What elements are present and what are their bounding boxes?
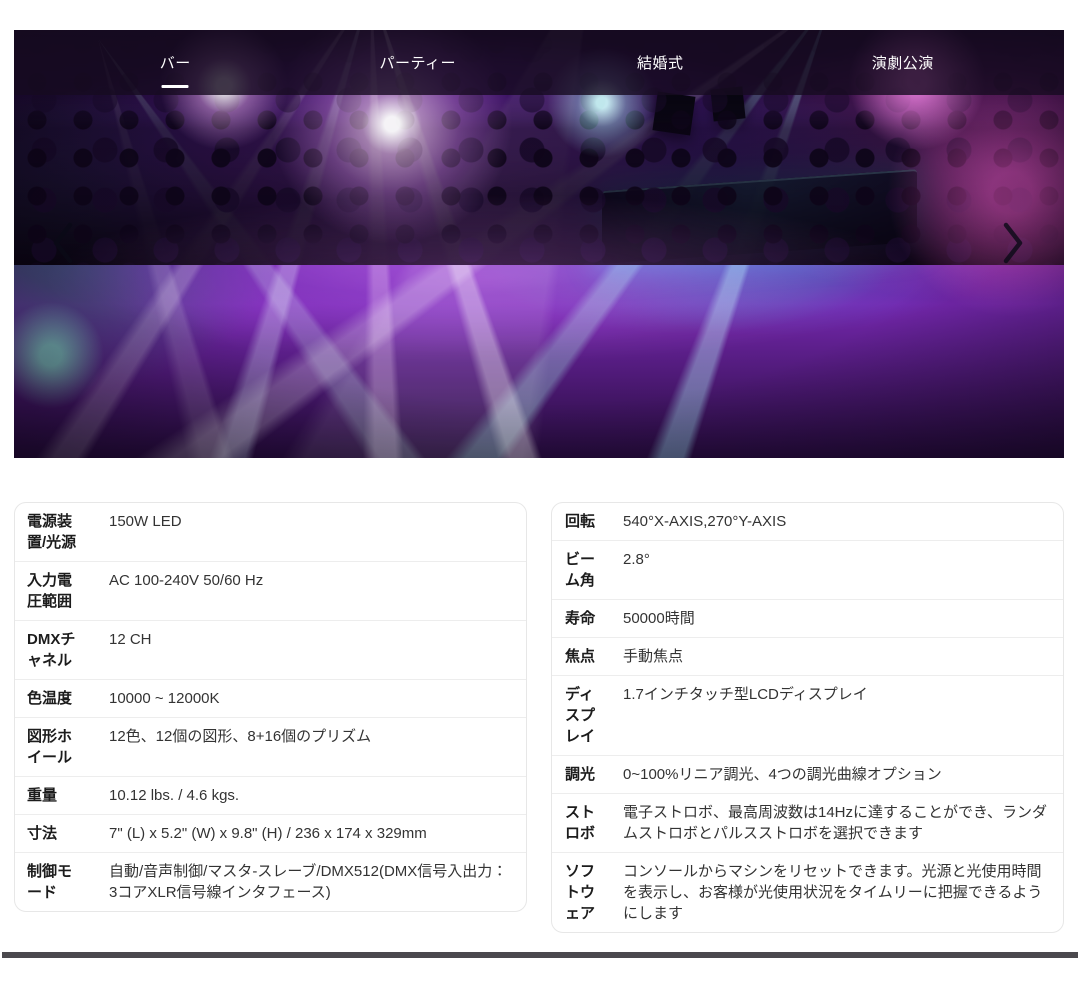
- tab-theater[interactable]: 演劇公演: [782, 30, 1025, 95]
- spec-row: ディスプレイ 1.7インチタッチ型LCDディスプレイ: [552, 675, 1063, 755]
- tab-bar[interactable]: バー: [54, 30, 297, 95]
- spec-row: 調光 0~100%リニア調光、4つの調光曲線オプション: [552, 755, 1063, 793]
- spec-value: 50000時間: [623, 608, 1049, 629]
- spec-value: 電子ストロボ、最高周波数は14Hzに達することができ、ランダムストロボとパルスス…: [623, 802, 1049, 844]
- spec-row: ビーム角 2.8°: [552, 540, 1063, 599]
- spec-value: AC 100-240V 50/60 Hz: [109, 570, 512, 612]
- spec-value: 540°X-AXIS,270°Y-AXIS: [623, 511, 1049, 532]
- spec-row: 制御モード 自動/音声制御/マスタ-スレーブ/DMX512(DMX信号入出力：3…: [15, 852, 526, 911]
- active-tab-underline: [162, 85, 189, 88]
- spec-table-left: 電源装置/光源 150W LED 入力電圧範囲 AC 100-240V 50/6…: [14, 502, 527, 912]
- spec-label: 制御モード: [27, 861, 77, 903]
- spec-value: 1.7インチタッチ型LCDディスプレイ: [623, 684, 1049, 747]
- spec-label: 調光: [565, 764, 603, 785]
- spec-label: DMXチャネル: [27, 629, 77, 671]
- spec-row: 入力電圧範囲 AC 100-240V 50/60 Hz: [15, 561, 526, 620]
- spec-value: コンソールからマシンをリセットできます。光源と光使用時間を表示し、お客様が光使用…: [623, 861, 1049, 924]
- spec-value: 0~100%リニア調光、4つの調光曲線オプション: [623, 764, 1049, 785]
- tab-wedding[interactable]: 結婚式: [539, 30, 782, 95]
- spec-label: 焦点: [565, 646, 603, 667]
- spec-row: 寿命 50000時間: [552, 599, 1063, 637]
- spec-value: 12色、12個の図形、8+16個のプリズム: [109, 726, 512, 768]
- spec-tables: 電源装置/光源 150W LED 入力電圧範囲 AC 100-240V 50/6…: [14, 502, 1064, 933]
- carousel-next-button[interactable]: [1002, 221, 1024, 265]
- spec-label: ビーム角: [565, 549, 603, 591]
- spec-row: 回転 540°X-AXIS,270°Y-AXIS: [552, 503, 1063, 540]
- spec-label: ソフトウェア: [565, 861, 603, 924]
- spec-value: 10.12 lbs. / 4.6 kgs.: [109, 785, 512, 806]
- spec-row: 図形ホイール 12色、12個の図形、8+16個のプリズム: [15, 717, 526, 776]
- spec-row: DMXチャネル 12 CH: [15, 620, 526, 679]
- spec-label: 色温度: [27, 688, 77, 709]
- spec-row: ソフトウェア コンソールからマシンをリセットできます。光源と光使用時間を表示し、…: [552, 852, 1063, 932]
- spec-value: 12 CH: [109, 629, 512, 671]
- spec-value: 2.8°: [623, 549, 1049, 591]
- spec-value: 10000 ~ 12000K: [109, 688, 512, 709]
- chevron-right-icon: [1002, 253, 1024, 268]
- spec-row: 焦点 手動焦点: [552, 637, 1063, 675]
- category-tab-bar: バー パーティー 結婚式 演劇公演: [14, 30, 1064, 95]
- spec-label: 寸法: [27, 823, 77, 844]
- hero-carousel: バー パーティー 結婚式 演劇公演: [14, 30, 1064, 458]
- footer-divider-bar: [2, 952, 1078, 958]
- spec-label: ディスプレイ: [565, 684, 603, 747]
- tab-label: パーティー: [379, 52, 456, 73]
- tab-party[interactable]: パーティー: [297, 30, 540, 95]
- tab-label: バー: [160, 52, 191, 73]
- carousel-prev-button[interactable]: [52, 221, 74, 265]
- tab-label: 演劇公演: [872, 52, 934, 73]
- spec-label: 入力電圧範囲: [27, 570, 77, 612]
- spec-label: ストロボ: [565, 802, 603, 844]
- tab-label: 結婚式: [637, 52, 684, 73]
- spec-label: 回転: [565, 511, 603, 532]
- chevron-left-icon: [52, 253, 74, 268]
- spec-value: 自動/音声制御/マスタ-スレーブ/DMX512(DMX信号入出力：3コアXLR信…: [109, 861, 512, 903]
- spec-row: ストロボ 電子ストロボ、最高周波数は14Hzに達することができ、ランダムストロボ…: [552, 793, 1063, 852]
- spec-label: 電源装置/光源: [27, 511, 77, 553]
- spec-label: 図形ホイール: [27, 726, 77, 768]
- spec-value: 150W LED: [109, 511, 512, 553]
- spec-row: 電源装置/光源 150W LED: [15, 503, 526, 561]
- spec-label: 寿命: [565, 608, 603, 629]
- spec-row: 色温度 10000 ~ 12000K: [15, 679, 526, 717]
- spec-value: 7" (L) x 5.2" (W) x 9.8" (H) / 236 x 174…: [109, 823, 512, 844]
- spec-row: 寸法 7" (L) x 5.2" (W) x 9.8" (H) / 236 x …: [15, 814, 526, 852]
- spec-label: 重量: [27, 785, 77, 806]
- spec-row: 重量 10.12 lbs. / 4.6 kgs.: [15, 776, 526, 814]
- spec-table-right: 回転 540°X-AXIS,270°Y-AXIS ビーム角 2.8° 寿命 50…: [551, 502, 1064, 933]
- spec-value: 手動焦点: [623, 646, 1049, 667]
